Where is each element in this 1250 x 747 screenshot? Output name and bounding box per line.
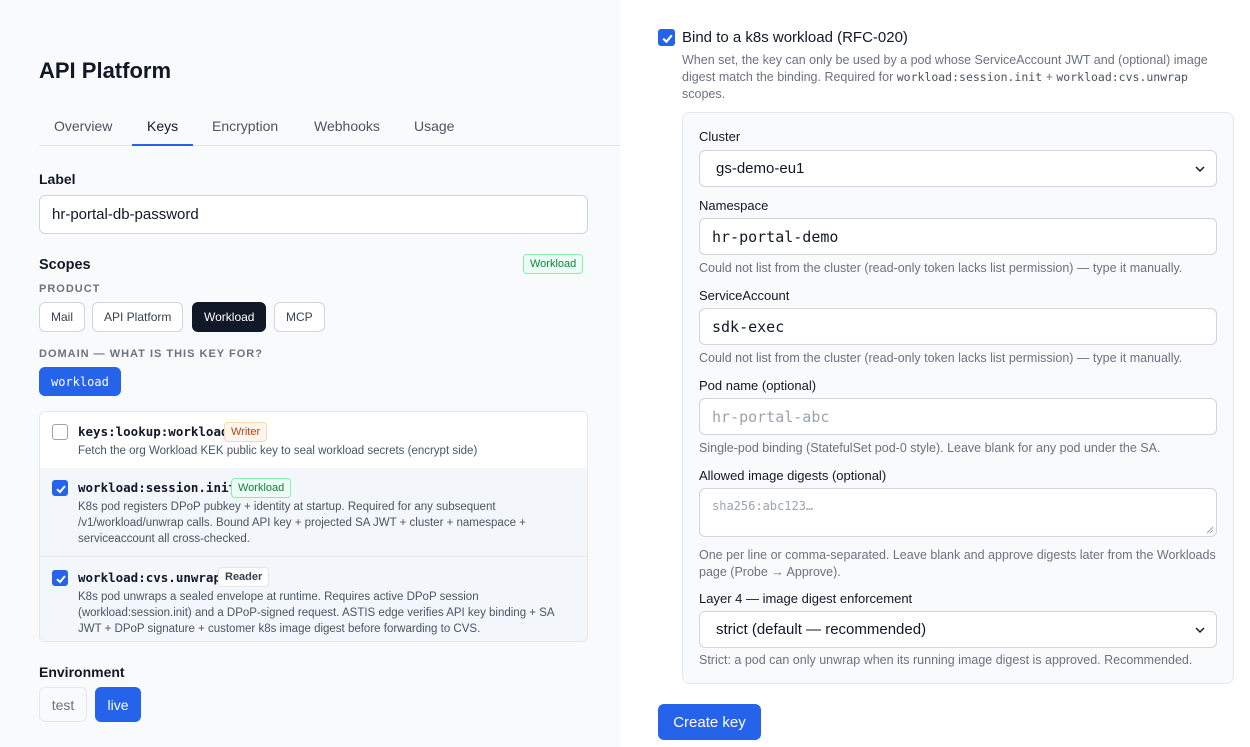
scope-checkbox-checked[interactable] xyxy=(52,480,68,496)
scopes-product-badge: Workload xyxy=(523,254,584,274)
bind-workload-checkbox[interactable] xyxy=(658,29,675,46)
role-badge-reader: Reader xyxy=(218,567,270,587)
tab-bar: Overview Keys Encryption Webhooks Usage xyxy=(39,108,620,146)
check-icon xyxy=(662,34,673,44)
product-caption: PRODUCT xyxy=(39,283,101,295)
tab-overview[interactable]: Overview xyxy=(39,108,127,146)
pod-name-label: Pod name (optional) xyxy=(699,378,817,393)
image-digests-help: One per line or comma-separated. Leave b… xyxy=(699,548,1216,579)
label-field-label: Label xyxy=(39,171,76,187)
role-badge-writer: Writer xyxy=(224,422,268,442)
chevron-down-icon xyxy=(1195,627,1205,634)
chevron-down-icon xyxy=(1195,166,1205,173)
layer4-label: Layer 4 — image digest enforcement xyxy=(699,591,913,606)
env-live-button[interactable]: live xyxy=(95,687,141,722)
tab-encryption[interactable]: Encryption xyxy=(197,108,293,146)
namespace-input[interactable]: hr-portal-demo xyxy=(699,218,1217,255)
cluster-select[interactable]: gs-demo-eu1 xyxy=(699,150,1217,187)
pod-name-help: Single-pod binding (StatefulSet pod-0 st… xyxy=(699,441,1161,455)
scope-row-keys-lookup-workload[interactable]: keys:lookup:workload Writer Fetch the or… xyxy=(40,412,587,468)
check-icon xyxy=(56,485,66,494)
domain-chip-workload[interactable]: workload xyxy=(39,367,121,396)
bind-workload-description: When set, the key can only be used by a … xyxy=(682,53,1208,101)
tab-webhooks[interactable]: Webhooks xyxy=(299,108,395,146)
pod-name-input[interactable]: hr-portal-abc xyxy=(699,398,1217,435)
create-key-button[interactable]: Create key xyxy=(658,704,761,740)
image-digests-placeholder: sha256:abc123… xyxy=(712,499,814,513)
scope-name: keys:lookup:workload xyxy=(78,424,229,439)
check-icon xyxy=(56,575,66,584)
scope-description: K8s pod unwraps a sealed envelope at run… xyxy=(78,591,554,635)
scope-checkbox[interactable] xyxy=(52,424,68,440)
tab-keys[interactable]: Keys xyxy=(132,108,194,146)
environment-label: Environment xyxy=(39,664,125,680)
serviceaccount-label: ServiceAccount xyxy=(699,288,790,303)
product-chip-mail[interactable]: Mail xyxy=(39,302,86,332)
resize-handle-icon xyxy=(1206,526,1214,534)
domain-caption: DOMAIN — WHAT IS THIS KEY FOR? xyxy=(39,348,263,360)
serviceaccount-input[interactable]: sdk-exec xyxy=(699,308,1217,345)
tab-usage[interactable]: Usage xyxy=(399,108,469,146)
role-badge-workload: Workload xyxy=(231,478,292,498)
image-digests-label: Allowed image digests (optional) xyxy=(699,468,887,483)
label-input[interactable]: hr-portal-db-password xyxy=(39,195,588,234)
scope-row-workload-cvs-unwrap[interactable]: workload:cvs.unwrap Reader K8s pod unwra… xyxy=(40,556,587,641)
binding-options-card: Cluster gs-demo-eu1 Namespace hr-portal-… xyxy=(682,112,1234,684)
scopes-heading: Scopes xyxy=(39,257,91,273)
serviceaccount-help: Could not list from the cluster (read-on… xyxy=(699,351,1183,365)
bind-workload-title: Bind to a k8s workload (RFC-020) xyxy=(682,29,908,46)
layer4-select[interactable]: strict (default — recommended) xyxy=(699,611,1217,648)
scope-name: workload:session.init xyxy=(78,480,237,495)
scope-list: keys:lookup:workload Writer Fetch the or… xyxy=(39,411,588,642)
image-digests-textarea[interactable]: sha256:abc123… xyxy=(699,488,1217,537)
namespace-help: Could not list from the cluster (read-on… xyxy=(699,261,1183,275)
product-chip-mcp[interactable]: MCP xyxy=(274,302,325,332)
scope-description: Fetch the org Workload KEK public key to… xyxy=(78,445,478,457)
scope-description: K8s pod registers DPoP pubkey + identity… xyxy=(78,501,526,545)
product-chip-workload[interactable]: Workload xyxy=(192,302,267,332)
layer4-help: Strict: a pod can only unwrap when its r… xyxy=(699,653,1193,667)
page-title: API Platform xyxy=(39,58,172,83)
product-chip-api-platform[interactable]: API Platform xyxy=(92,302,184,332)
env-test-button[interactable]: test xyxy=(39,687,87,722)
cluster-label: Cluster xyxy=(699,129,741,144)
scope-checkbox-checked[interactable] xyxy=(52,570,68,586)
scope-name: workload:cvs.unwrap xyxy=(78,570,221,585)
namespace-label: Namespace xyxy=(699,198,769,213)
workload-binding-panel: Bind to a k8s workload (RFC-020) When se… xyxy=(620,0,1250,747)
key-form-left-panel: API Platform Overview Keys Encryption We… xyxy=(0,0,620,747)
cluster-selected-value: gs-demo-eu1 xyxy=(716,160,805,177)
layer4-selected-value: strict (default — recommended) xyxy=(716,621,927,638)
scope-row-workload-session-init[interactable]: workload:session.init Workload K8s pod r… xyxy=(40,468,587,556)
